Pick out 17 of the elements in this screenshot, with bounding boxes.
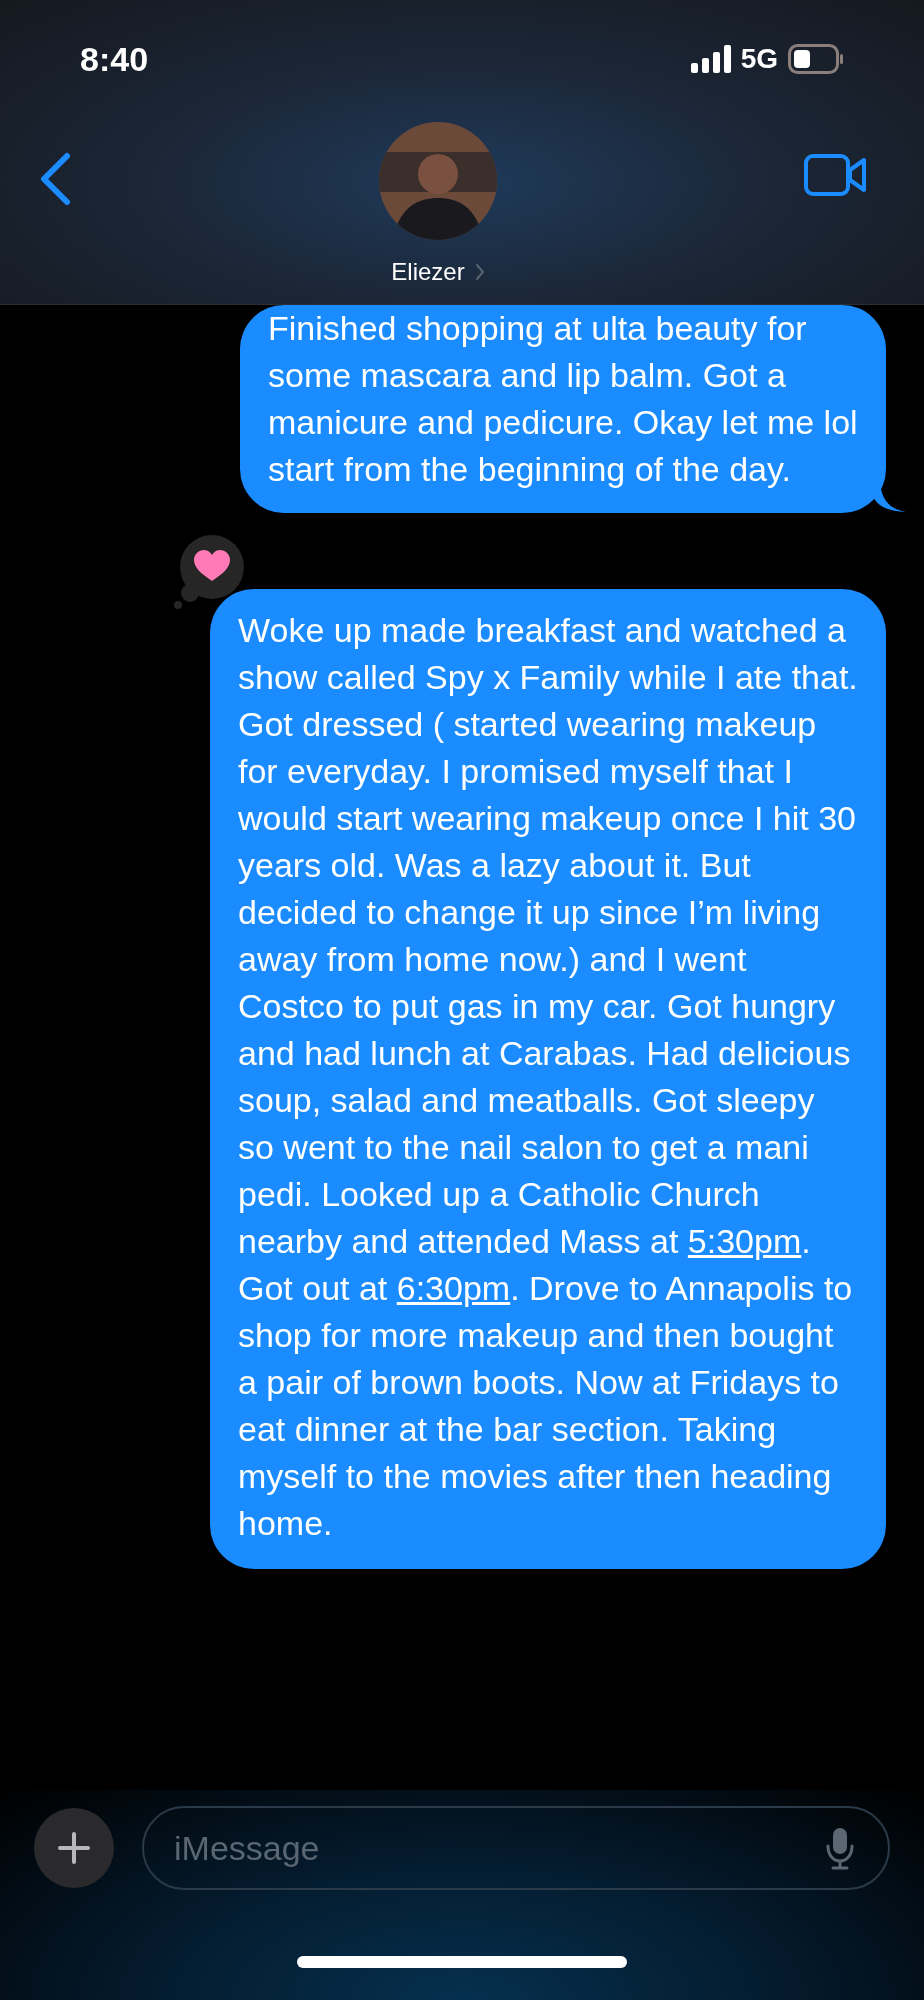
network-label: 5G — [740, 42, 778, 76]
microphone-icon[interactable] — [826, 1826, 854, 1870]
chevron-right-icon — [474, 263, 485, 281]
plus-icon — [58, 1832, 90, 1864]
video-camera-icon — [804, 154, 868, 196]
battery-icon — [788, 44, 844, 74]
message-input-field[interactable]: iMessage — [142, 1806, 890, 1890]
time-link[interactable]: 5:30pm — [687, 1222, 802, 1260]
signal-icon — [690, 45, 731, 73]
video-call-button[interactable] — [804, 154, 868, 196]
status-time: 8:40 — [80, 38, 149, 80]
message-text: Woke up made breakfast and watched a show called Spy x Family while I ate that. Got dressed ( started wearing makeup for everyday. I promised myself that I would start wearing makeup once I hit 30 years old. Was a lazy about it. But decided to change it up since I’m living away from home now.) and I went Costco to put gas in my car. Got hungry and had lunch at Carabas. Had delicious soup, salad and meatballs. Got sleepy so went to the nail salon to get a mani pedi. Looked up a Catholic Church nearby and attended Mass at 5:30pm. Got out at 6:30pm. Drove to Annapolis to shop for more makeup and then bought a pair of brown boots. Now at Fridays to eat dinner at the bar section. Taking myself to the movies after then heading home. — [238, 610, 858, 1544]
contact-name-button[interactable]: Eliezer — [391, 254, 485, 290]
back-button[interactable] — [38, 152, 72, 206]
message-text: Finished shopping at ulta beauty for some mascara and lip balm. Got a manicure and pedicure. Okay let me lol start from the beginning of the day. — [268, 308, 858, 490]
back-chevron-icon — [38, 152, 72, 206]
time-link[interactable]: 6:30pm — [396, 1269, 511, 1307]
